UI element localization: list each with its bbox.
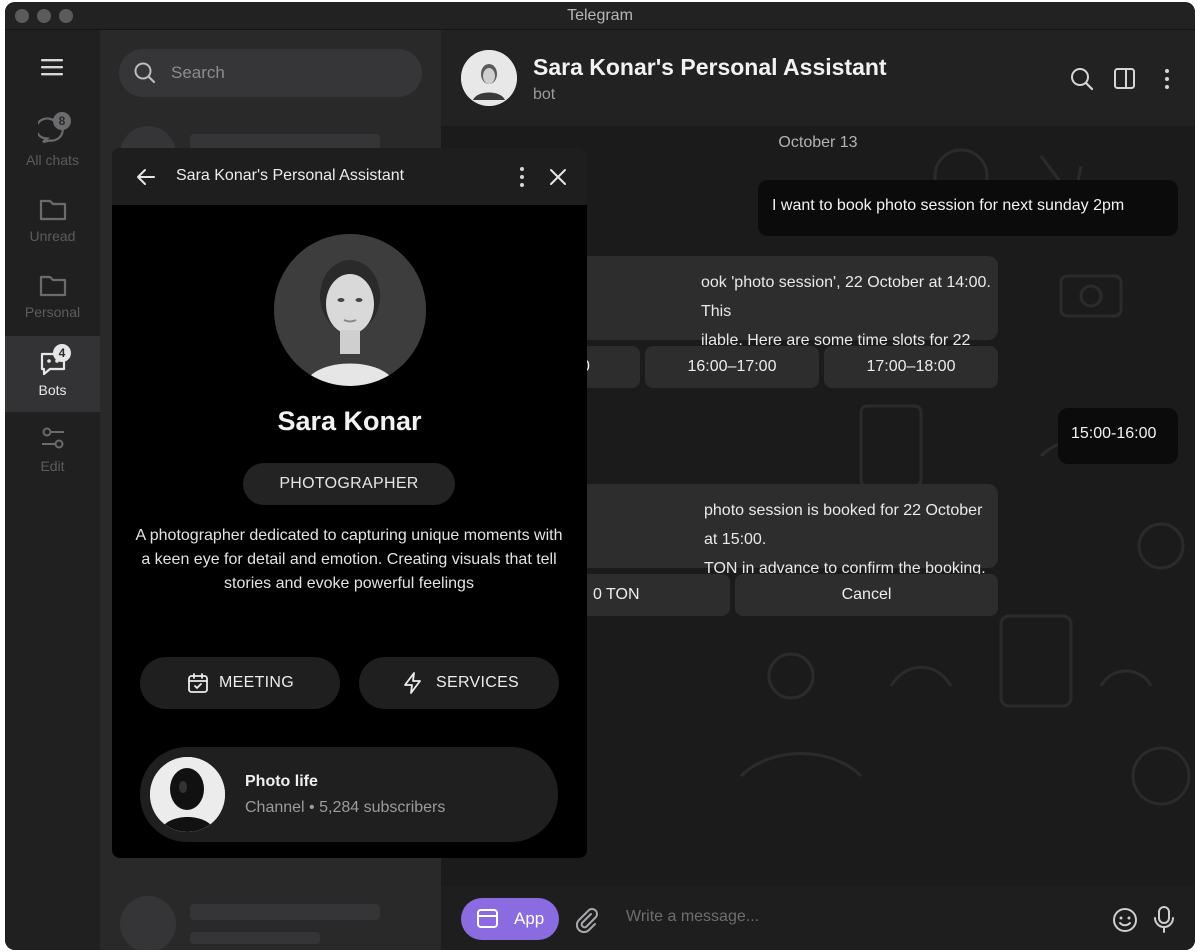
menu-button[interactable] bbox=[40, 56, 66, 78]
app-window-icon bbox=[477, 909, 498, 928]
telegram-window: Telegram 8 All chats Unread Personal 4 B… bbox=[5, 2, 1195, 950]
folder-bots[interactable]: 4 Bots bbox=[5, 336, 100, 412]
message-text: photo session is booked for 22 October a… bbox=[704, 502, 983, 548]
services-button[interactable]: SERVICES bbox=[359, 657, 559, 709]
sliders-icon bbox=[38, 424, 68, 454]
cancel-label: Cancel bbox=[841, 586, 892, 603]
outgoing-message: 15:00-16:00 bbox=[1058, 408, 1178, 464]
kebab-menu-icon bbox=[520, 167, 524, 187]
folder-unread[interactable]: Unread bbox=[5, 186, 100, 262]
pay-label: 0 TON bbox=[593, 586, 640, 603]
paperclip-icon bbox=[575, 908, 598, 933]
chat-header: Sara Konar's Personal Assistant bot bbox=[441, 30, 1195, 126]
profile-bio: A photographer dedicated to capturing un… bbox=[135, 527, 563, 592]
time-slot-button[interactable]: 17:00–18:00 bbox=[824, 346, 998, 388]
folder-icon bbox=[38, 194, 68, 224]
services-label: SERVICES bbox=[436, 674, 520, 691]
emoji-icon bbox=[1113, 908, 1137, 932]
folder-label: Personal bbox=[24, 304, 81, 320]
message-input[interactable]: Write a message... bbox=[626, 908, 759, 926]
bot-profile-panel: Sara Konar's Personal Assistant Sara Kon… bbox=[112, 148, 587, 858]
time-slot-button[interactable]: 16:00–17:00 bbox=[645, 346, 819, 388]
kebab-menu-icon bbox=[1165, 69, 1169, 89]
sidebar-icon bbox=[1114, 68, 1135, 89]
folder-all-chats[interactable]: 8 All chats bbox=[5, 110, 100, 186]
calendar-check-icon bbox=[188, 673, 208, 693]
meeting-button[interactable]: MEETING bbox=[140, 657, 340, 709]
meeting-label: MEETING bbox=[219, 674, 294, 691]
folder-label: All chats bbox=[26, 152, 79, 168]
panel-title: Sara Konar's Personal Assistant bbox=[176, 167, 405, 184]
search-input[interactable]: Search bbox=[119, 49, 422, 97]
chat-subtitle: bot bbox=[533, 86, 556, 103]
voice-button[interactable] bbox=[1151, 904, 1177, 934]
unread-badge: 8 bbox=[53, 112, 71, 130]
attach-button[interactable] bbox=[572, 905, 598, 933]
channel-subscribers: Channel • 5,284 subscribers bbox=[245, 799, 446, 816]
folder-label: Edit bbox=[40, 458, 65, 474]
channel-name: Photo life bbox=[245, 773, 318, 790]
message-text: I want to book photo session for next su… bbox=[772, 197, 1125, 214]
channel-card[interactable]: Photo life Channel • 5,284 subscribers bbox=[140, 747, 558, 842]
search-icon bbox=[133, 61, 157, 85]
incoming-message: ook 'photo session', 22 October at 14:00… bbox=[561, 256, 998, 378]
outgoing-message: I want to book photo session for next su… bbox=[758, 180, 1178, 236]
folder-icon bbox=[38, 270, 68, 300]
slot-label: 17:00–18:00 bbox=[866, 358, 956, 375]
panel-more-button[interactable] bbox=[512, 165, 532, 189]
search-icon bbox=[1071, 68, 1094, 91]
channel-avatar bbox=[150, 757, 225, 832]
app-button-label: App bbox=[514, 909, 545, 928]
emoji-button[interactable] bbox=[1111, 906, 1139, 934]
folder-label: Bots bbox=[38, 382, 67, 398]
incoming-message: photo session is booked for 22 October a… bbox=[561, 484, 998, 577]
close-icon bbox=[550, 169, 566, 185]
role-badge: PHOTOGRAPHER bbox=[243, 463, 455, 505]
back-button[interactable] bbox=[134, 165, 158, 189]
lightning-icon bbox=[404, 672, 421, 694]
arrow-left-icon bbox=[137, 169, 155, 185]
folder-edit[interactable]: Edit bbox=[5, 416, 100, 492]
message-composer: App Write a message... bbox=[441, 886, 1195, 950]
message-text: 15:00-16:00 bbox=[1071, 425, 1157, 442]
cancel-button[interactable]: Cancel bbox=[735, 574, 998, 616]
microphone-icon bbox=[1154, 906, 1174, 933]
more-options-button[interactable] bbox=[1154, 66, 1180, 92]
search-placeholder: Search bbox=[171, 63, 225, 82]
message-text: ook 'photo session', 22 October at 14:00… bbox=[701, 274, 991, 320]
hamburger-icon bbox=[41, 59, 63, 76]
unread-badge: 4 bbox=[53, 344, 71, 362]
profile-name: Sara Konar bbox=[277, 406, 422, 436]
folder-label: Unread bbox=[29, 228, 76, 244]
panel-header: Sara Konar's Personal Assistant bbox=[112, 148, 587, 205]
close-panel-button[interactable] bbox=[546, 165, 570, 189]
slot-label: 16:00–17:00 bbox=[687, 358, 777, 375]
toggle-sidebar-button[interactable] bbox=[1112, 66, 1138, 92]
folder-personal[interactable]: Personal bbox=[5, 262, 100, 338]
window-title: Telegram bbox=[567, 7, 633, 24]
title-bar: Telegram bbox=[5, 2, 1195, 30]
folders-sidebar: 8 All chats Unread Personal 4 Bots Edit bbox=[5, 30, 100, 950]
search-chat-button[interactable] bbox=[1069, 66, 1095, 92]
chat-title[interactable]: Sara Konar's Personal Assistant bbox=[533, 54, 887, 81]
profile-avatar bbox=[274, 234, 426, 386]
app-button[interactable]: App bbox=[461, 898, 559, 940]
bot-avatar[interactable] bbox=[461, 50, 517, 106]
